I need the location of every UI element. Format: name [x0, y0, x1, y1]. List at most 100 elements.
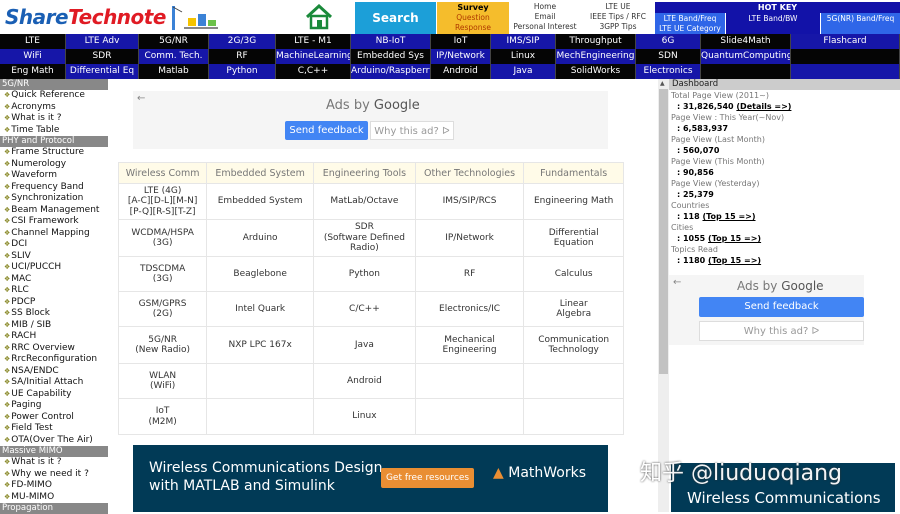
scroll-up-icon[interactable]: ▲	[660, 80, 665, 87]
nav-item-row1-11[interactable]: Flashcard	[791, 34, 900, 49]
stat-link[interactable]: (Top 15 =>)	[708, 256, 761, 265]
nav-item-row2-6[interactable]: IP/Network	[431, 49, 491, 64]
topics-cell[interactable]: Linux	[313, 398, 416, 435]
sidebar-item[interactable]: ❖RLC	[0, 285, 108, 297]
sidebar-item[interactable]: ❖Frequency Band	[0, 182, 108, 194]
nav-item-row3-1[interactable]: Differential Eq	[66, 64, 139, 79]
sidebar-item[interactable]: ❖MIB / SIB	[0, 320, 108, 332]
topics-cell[interactable]: GSM/GPRS (2G)	[117, 291, 208, 327]
topics-cell[interactable]: C/C++	[313, 291, 416, 327]
nav-item-row1-8[interactable]: Throughput	[556, 34, 636, 49]
nav-item-row3-0[interactable]: Eng Math	[0, 64, 66, 79]
topics-cell[interactable]: Android	[313, 363, 416, 399]
home-icon[interactable]	[304, 4, 334, 30]
sidebar-item[interactable]: ❖UE Capability	[0, 389, 108, 401]
topics-cell[interactable]: Intel Quark	[206, 291, 315, 327]
nav-item-row3-9[interactable]: Electronics	[636, 64, 701, 79]
topics-cell[interactable]: Calculus	[523, 256, 624, 292]
sidebar-item[interactable]: ❖DCI	[0, 239, 108, 251]
nav-item-row2-8[interactable]: MechEngineering	[556, 49, 636, 64]
free-resources-button[interactable]: Get free resources	[381, 468, 474, 488]
nav-item-row2-3[interactable]: RF	[209, 49, 276, 64]
nav-item-row3-8[interactable]: SolidWorks	[556, 64, 636, 79]
sidebar-item[interactable]: ❖Acronyms	[0, 102, 108, 114]
nav-item-row1-4[interactable]: LTE - M1	[276, 34, 351, 49]
sidebar-item[interactable]: ❖Waveform	[0, 170, 108, 182]
sidebar-item[interactable]: ❖What is it ?	[0, 457, 108, 469]
nav-item-row3-7[interactable]: Java	[491, 64, 556, 79]
3gpp-tips-link[interactable]: 3GPP Tips	[582, 22, 654, 32]
topics-cell[interactable]: Electronics/IC	[414, 291, 525, 327]
hotkey-5g-band[interactable]: 5G(NR) Band/Freq	[821, 13, 900, 34]
topics-cell[interactable]: Arduino	[206, 219, 315, 257]
topics-cell[interactable]: Beaglebone	[206, 256, 315, 292]
sidebar-item[interactable]: ❖MU-MIMO	[0, 492, 108, 504]
sidebar-item[interactable]: ❖OTA(Over The Air)	[0, 435, 108, 447]
sidebar-item[interactable]: ❖Field Test	[0, 423, 108, 435]
scrollbar-thumb[interactable]	[659, 89, 668, 374]
nav-item-row1-0[interactable]: LTE	[0, 34, 66, 49]
stat-link[interactable]: (Top 15 =>)	[702, 212, 755, 221]
ad-side-back-icon[interactable]: ←	[673, 277, 681, 288]
stat-link[interactable]: (Details =>)	[736, 102, 791, 111]
topics-cell[interactable]: MatLab/Octave	[313, 183, 416, 220]
nav-item-row1-1[interactable]: LTE Adv	[66, 34, 139, 49]
sidebar-item[interactable]: ❖MAC	[0, 274, 108, 286]
nav-item-row3-4[interactable]: C,C++	[276, 64, 351, 79]
nav-item-row3-2[interactable]: Matlab	[139, 64, 209, 79]
topics-cell[interactable]: TDSCDMA (3G)	[117, 256, 208, 292]
sidebar-item[interactable]: ❖CSI Framework	[0, 216, 108, 228]
stat-link[interactable]: (Top 15 =>)	[708, 234, 761, 243]
hotkey-lte-band[interactable]: LTE Band/Freq LTE UE Category	[655, 13, 725, 34]
sidebar-item[interactable]: ❖Synchronization	[0, 193, 108, 205]
topics-cell[interactable]: 5G/NR (New Radio)	[117, 326, 208, 364]
sidebar-item[interactable]: ❖Paging	[0, 400, 108, 412]
sidebar-item[interactable]: ❖Channel Mapping	[0, 228, 108, 240]
topics-cell[interactable]: Communication Technology	[523, 326, 624, 364]
sidebar-item[interactable]: ❖Beam Management	[0, 205, 108, 217]
send-feedback-button[interactable]: Send feedback	[285, 121, 368, 140]
topics-cell[interactable]: IMS/SIP/RCS	[414, 183, 525, 220]
survey-link[interactable]: Survey Question Response	[437, 2, 509, 34]
nav-item-row3-6[interactable]: Android	[431, 64, 491, 79]
sidebar-item[interactable]: ❖FD-MIMO	[0, 480, 108, 492]
nav-item-row1-5[interactable]: NB-IoT	[351, 34, 431, 49]
sidebar-item[interactable]: ❖Quick Reference	[0, 90, 108, 102]
nav-item-row2-1[interactable]: SDR	[66, 49, 139, 64]
nav-item-row2-10[interactable]: QuantumComputing	[701, 49, 791, 64]
sidebar-item[interactable]: ❖Frame Structure	[0, 147, 108, 159]
topics-cell[interactable]: IP/Network	[414, 219, 525, 257]
sidebar-item[interactable]: ❖RrcReconfiguration	[0, 354, 108, 366]
ad-back-icon[interactable]: ←	[137, 93, 145, 104]
topics-cell[interactable]: Linear Algebra	[523, 291, 624, 327]
nav-item-row1-3[interactable]: 2G/3G	[209, 34, 276, 49]
hotkey-lte-bw[interactable]: LTE Band/BW	[726, 13, 820, 34]
search-button[interactable]: Search	[355, 2, 436, 34]
nav-item-row1-7[interactable]: IMS/SIP	[491, 34, 556, 49]
topics-cell[interactable]: Differential Equation	[523, 219, 624, 257]
topics-cell[interactable]: Java	[313, 326, 416, 364]
nav-item-row2-9[interactable]: SDN	[636, 49, 701, 64]
nav-item-row3-5[interactable]: Arduino/Raspberry	[351, 64, 431, 79]
lte-ue-link[interactable]: LTE UE	[582, 2, 654, 12]
topics-cell[interactable]: Python	[313, 256, 416, 292]
nav-item-row2-7[interactable]: Linux	[491, 49, 556, 64]
topics-cell[interactable]: LTE (4G) [A-C][D-L][M-N] [P-Q][R-S][T-Z]	[117, 183, 208, 220]
home-link[interactable]: Home	[510, 2, 580, 12]
sidebar-item[interactable]: ❖Time Table	[0, 125, 108, 137]
nav-item-row2-5[interactable]: Embedded Sys	[351, 49, 431, 64]
topics-cell[interactable]: Embedded System	[206, 183, 315, 220]
sidebar-item[interactable]: ❖SA/Initial Attach	[0, 377, 108, 389]
sidebar-item[interactable]: ❖Why we need it ?	[0, 469, 108, 481]
site-logo[interactable]: ShareTechnote	[5, 5, 166, 29]
topics-cell[interactable]: RF	[414, 256, 525, 292]
topics-cell[interactable]: NXP LPC 167x	[206, 326, 315, 364]
ieee-tips-link[interactable]: IEEE Tips / RFC	[582, 12, 654, 22]
topics-cell[interactable]: WCDMA/HSPA (3G)	[117, 219, 208, 257]
topics-cell[interactable]: Engineering Math	[523, 183, 624, 220]
sidebar-item[interactable]: ❖Power Control	[0, 412, 108, 424]
why-this-ad-button[interactable]: Why this ad? ᐅ	[370, 121, 454, 140]
nav-item-row1-9[interactable]: 6G	[636, 34, 701, 49]
sidebar-item[interactable]: ❖PDCP	[0, 297, 108, 309]
mathworks-banner[interactable]: Wireless Communications Design with MATL…	[133, 445, 608, 512]
